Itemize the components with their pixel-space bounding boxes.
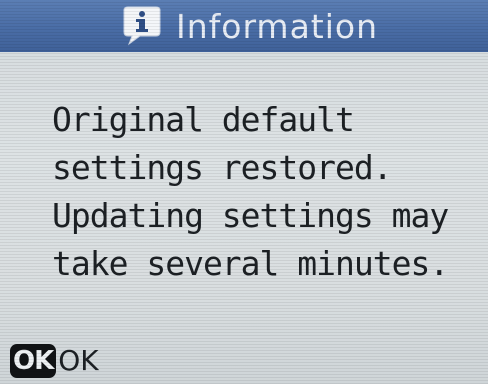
- title-group: Information: [120, 6, 378, 46]
- dialog-title: Information: [175, 6, 379, 46]
- ok-softkey[interactable]: OK OK: [10, 344, 99, 378]
- lcd-screen: Information Original default settings re…: [0, 0, 488, 384]
- message-line: take several minutes.: [52, 244, 449, 283]
- info-speech-bubble-icon: [123, 6, 161, 46]
- message-line: settings restored.: [52, 148, 393, 187]
- ok-key-badge[interactable]: OK: [10, 344, 57, 378]
- ok-key-label: OK: [58, 344, 99, 377]
- message-line: Updating settings may: [52, 196, 449, 235]
- message-body: Original default settings restored. Upda…: [52, 96, 472, 288]
- title-bar: Information: [0, 0, 488, 52]
- message-line: Original default: [52, 100, 355, 139]
